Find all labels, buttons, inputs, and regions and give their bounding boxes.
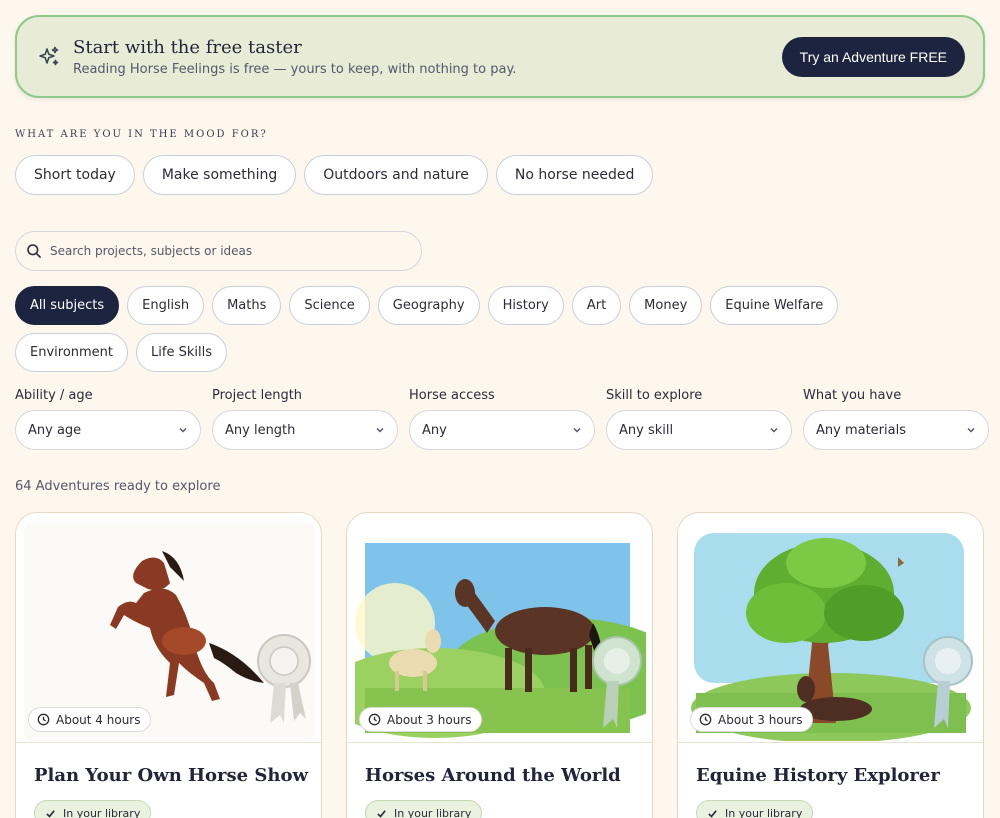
duration-badge: About 3 hours [690,707,814,732]
free-taster-banner: Start with the free taster Reading Horse… [15,15,985,98]
adventure-card[interactable]: About 3 hours Horses Around the World In… [346,512,653,818]
project-length-select[interactable]: Any length [212,410,398,450]
chevron-down-icon [573,427,581,433]
subject-english[interactable]: English [127,286,205,325]
card-divider [678,742,983,743]
filter-label: Project length [212,388,303,403]
search-icon [27,244,41,258]
filter-label: What you have [803,388,902,403]
clock-icon [37,713,50,726]
filter-label: Skill to explore [606,388,703,403]
adventure-card[interactable]: About 3 hours Equine History Explorer In… [677,512,984,818]
duration-badge: About 3 hours [359,707,483,732]
banner-title: Start with the free taster [73,37,302,58]
check-icon [708,809,717,818]
filter-row: Ability / age Any age Project length Any… [15,388,989,450]
in-library-badge: In your library [365,800,483,818]
in-library-badge: In your library [34,800,152,818]
check-icon [377,809,386,818]
filter-project-length: Project length Any length [212,388,398,450]
mood-no-horse-needed[interactable]: No horse needed [495,155,654,195]
sparkle-icon [39,46,59,66]
horse-access-select[interactable]: Any [409,410,595,450]
filter-materials: What you have Any materials [803,388,989,450]
mood-section-label: What are you in the mood for? [15,129,268,140]
chevron-down-icon [376,427,384,433]
subject-life-skills[interactable]: Life Skills [136,333,227,372]
card-divider [16,742,321,743]
search-input[interactable] [50,244,390,258]
mood-options: Short today Make something Outdoors and … [15,155,654,195]
duration-text: About 3 hours [387,712,472,727]
mood-make-something[interactable]: Make something [142,155,297,195]
materials-select[interactable]: Any materials [803,410,989,450]
subject-environment[interactable]: Environment [15,333,129,372]
select-value: Any length [225,422,296,438]
duration-text: About 4 hours [56,712,141,727]
clock-icon [699,713,712,726]
select-value: Any [422,422,447,438]
library-status: In your library [63,806,141,818]
adventure-card[interactable]: About 4 hours Plan Your Own Horse Show I… [15,512,322,818]
subject-geography[interactable]: Geography [377,286,480,325]
subject-science[interactable]: Science [289,286,370,325]
search-box [15,231,422,271]
duration-text: About 3 hours [718,712,803,727]
adventure-cards: About 4 hours Plan Your Own Horse Show I… [15,512,984,818]
try-adventure-free-button[interactable]: Try an Adventure FREE [781,37,965,77]
ability-select[interactable]: Any age [15,410,201,450]
card-divider [347,742,652,743]
subject-art[interactable]: Art [571,286,622,325]
filter-horse-access: Horse access Any [409,388,595,450]
filter-ability: Ability / age Any age [15,388,201,450]
card-title: Horses Around the World [365,765,621,786]
subject-equine-welfare[interactable]: Equine Welfare [710,286,839,325]
subject-money[interactable]: Money [629,286,703,325]
card-title: Plan Your Own Horse Show [34,765,308,786]
clock-icon [368,713,381,726]
library-status: In your library [725,806,803,818]
subject-maths[interactable]: Maths [212,286,282,325]
banner-subtitle: Reading Horse Feelings is free — yours t… [73,62,517,77]
subject-history[interactable]: History [487,286,564,325]
card-title: Equine History Explorer [696,765,940,786]
subject-filters: All subjects English Maths Science Geogr… [15,286,935,372]
subject-all[interactable]: All subjects [15,286,120,325]
chevron-down-icon [179,427,187,433]
duration-badge: About 4 hours [28,707,152,732]
library-status: In your library [394,806,472,818]
select-value: Any materials [816,422,906,438]
filter-label: Ability / age [15,388,93,403]
in-library-badge: In your library [696,800,814,818]
chevron-down-icon [770,427,778,433]
filter-label: Horse access [409,388,495,403]
select-value: Any skill [619,422,674,438]
results-count: 64 Adventures ready to explore [15,479,221,494]
filter-skill: Skill to explore Any skill [606,388,792,450]
mood-outdoors-nature[interactable]: Outdoors and nature [304,155,488,195]
skill-select[interactable]: Any skill [606,410,792,450]
select-value: Any age [28,422,82,438]
mood-short-today[interactable]: Short today [15,155,135,195]
chevron-down-icon [967,427,975,433]
check-icon [46,809,55,818]
